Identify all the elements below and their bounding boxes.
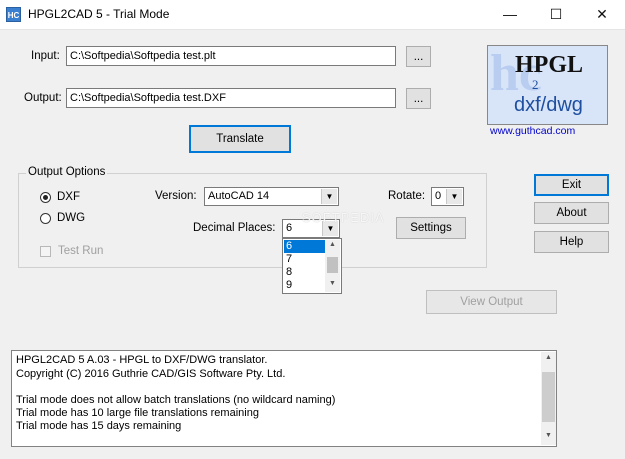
dropdown-arrow-icon: ▼ xyxy=(321,189,337,204)
hpgl2cad-logo: hc HPGL 2 dxf/dwg xyxy=(487,45,608,125)
dxf-radio[interactable] xyxy=(40,192,51,203)
dropdown-scrollbar[interactable]: ▲ ▼ xyxy=(325,240,340,292)
dwg-radio-option[interactable]: DWG xyxy=(40,212,110,226)
decimal-option-8[interactable]: 8 xyxy=(284,266,326,279)
help-button[interactable]: Help xyxy=(534,231,609,253)
window-title: HPGL2CAD 5 - Trial Mode xyxy=(28,7,170,21)
log-line: Trial mode has 10 large file translation… xyxy=(16,407,259,419)
decimal-places-dropdown-list[interactable]: 6 7 8 9 ▲ ▼ xyxy=(282,238,342,294)
decimal-places-label: Decimal Places: xyxy=(193,222,276,234)
maximize-button[interactable]: ☐ xyxy=(533,0,579,29)
logo-two-text: 2 xyxy=(532,77,539,92)
rotate-select[interactable]: 0 ▼ xyxy=(431,187,464,206)
rotate-value: 0 xyxy=(435,190,442,202)
minimize-button[interactable]: — xyxy=(487,0,533,29)
decimal-option-6[interactable]: 6 xyxy=(284,240,326,253)
scroll-up-icon[interactable]: ▲ xyxy=(325,241,340,248)
view-output-button[interactable]: View Output xyxy=(426,290,557,314)
decimal-option-9[interactable]: 9 xyxy=(284,279,326,292)
dropdown-arrow-icon: ▼ xyxy=(446,189,462,204)
maximize-icon: ☐ xyxy=(549,6,563,22)
rotate-label: Rotate: xyxy=(388,190,426,202)
output-label: Output: xyxy=(24,92,62,104)
dxf-radio-option[interactable]: DXF xyxy=(40,191,110,205)
dwg-label: DWG xyxy=(57,212,86,224)
test-run-label: Test Run xyxy=(58,245,104,257)
log-line: Trial mode does not allow batch translat… xyxy=(16,394,336,406)
dxf-label: DXF xyxy=(57,191,80,203)
test-run-checkbox[interactable] xyxy=(40,246,51,257)
app-icon: HC xyxy=(6,7,21,22)
log-line: Trial mode has 15 days remaining xyxy=(16,420,182,432)
radio-selected-dot xyxy=(43,195,48,200)
input-label: Input: xyxy=(31,50,60,62)
exit-button[interactable]: Exit xyxy=(534,174,609,196)
title-bar: HC HPGL2CAD 5 - Trial Mode — ☐ ✕ xyxy=(0,0,625,30)
version-label: Version: xyxy=(155,190,197,202)
translate-button[interactable]: Translate xyxy=(189,125,291,153)
input-browse-button[interactable]: ... xyxy=(406,46,431,67)
output-path-field[interactable]: C:\Softpedia\Softpedia test.DXF xyxy=(66,88,396,108)
output-options-title: Output Options xyxy=(26,166,108,178)
close-icon: ✕ xyxy=(596,6,608,22)
output-browse-button[interactable]: ... xyxy=(406,88,431,109)
website-link[interactable]: www.guthcad.com xyxy=(490,125,575,137)
logo-format-text: dxf/dwg xyxy=(514,94,583,116)
logo-hpgl-text: HPGL xyxy=(515,52,584,78)
log-output-area: HPGL2CAD 5 A.03 - HPGL to DXF/DWG transl… xyxy=(11,350,557,447)
scroll-up-icon[interactable]: ▲ xyxy=(541,354,556,361)
test-run-option[interactable]: Test Run xyxy=(40,245,120,259)
softpedia-watermark: SOFTPEDIA xyxy=(302,210,385,225)
dwg-radio[interactable] xyxy=(40,213,51,224)
settings-button[interactable]: Settings xyxy=(396,217,466,239)
close-button[interactable]: ✕ xyxy=(579,0,625,29)
scroll-down-icon[interactable]: ▼ xyxy=(541,432,556,439)
version-value: AutoCAD 14 xyxy=(208,190,270,202)
minimize-icon: — xyxy=(503,6,517,22)
decimal-places-value: 6 xyxy=(286,222,293,234)
log-line: Copyright (C) 2016 Guthrie CAD/GIS Softw… xyxy=(16,368,286,380)
scroll-down-icon[interactable]: ▼ xyxy=(325,280,340,287)
dropdown-scroll-thumb[interactable] xyxy=(327,257,338,273)
input-path-field[interactable]: C:\Softpedia\Softpedia test.plt xyxy=(66,46,396,66)
log-line: HPGL2CAD 5 A.03 - HPGL to DXF/DWG transl… xyxy=(16,354,268,366)
log-scroll-thumb[interactable] xyxy=(542,372,555,422)
log-scrollbar[interactable]: ▲ ▼ xyxy=(541,352,556,445)
about-button[interactable]: About xyxy=(534,202,609,224)
version-select[interactable]: AutoCAD 14 ▼ xyxy=(204,187,339,206)
decimal-option-7[interactable]: 7 xyxy=(284,253,326,266)
